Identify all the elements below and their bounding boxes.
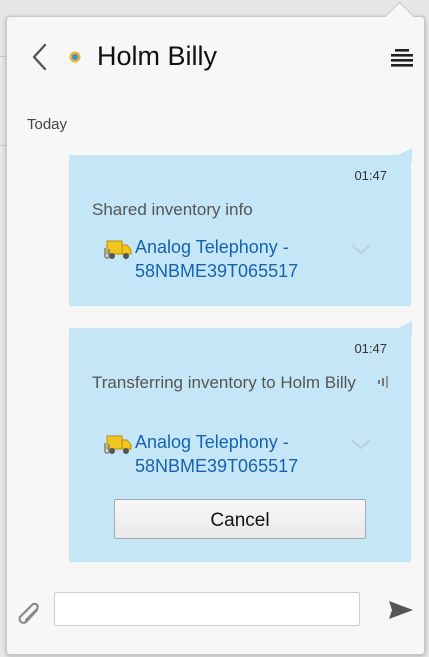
- contact-name: Holm Billy: [97, 41, 218, 71]
- bubble-tail: [398, 321, 412, 335]
- chat-header: Holm Billy: [7, 17, 424, 97]
- presence-dot-icon: [69, 51, 81, 63]
- message-input[interactable]: [54, 592, 360, 626]
- signal-icon: [378, 376, 388, 388]
- message-text: Shared inventory info: [92, 200, 253, 219]
- inventory-link-line1: Analog Telephony -: [135, 432, 289, 452]
- back-button[interactable]: [29, 43, 51, 71]
- inventory-link-line2: 58NBME39T065517: [135, 261, 299, 281]
- date-separator: Today: [27, 116, 68, 133]
- bubble-tail: [398, 148, 412, 162]
- inventory-truck-icon: [104, 240, 132, 259]
- message-bubble: 01:47 Shared inventory info Analog Telep…: [69, 148, 412, 306]
- message-text: Transferring inventory to Holm Billy: [92, 373, 356, 392]
- composer: [7, 585, 424, 654]
- cancel-button[interactable]: Cancel: [114, 499, 366, 539]
- send-button[interactable]: [388, 599, 414, 621]
- inventory-link[interactable]: Analog Telephony - 58NBME39T065517: [135, 235, 298, 283]
- inventory-link-line1: Analog Telephony -: [135, 237, 289, 257]
- chevron-left-icon: [32, 43, 47, 71]
- inventory-link-line2: 58NBME39T065517: [135, 456, 299, 476]
- chevron-down-icon: [351, 244, 371, 255]
- message-bubble: 01:47 Transferring inventory to Holm Bil…: [69, 321, 412, 562]
- inventory-truck-icon: [104, 435, 132, 454]
- paperclip-icon: [18, 602, 39, 624]
- menu-icon: [391, 49, 413, 67]
- expand-button[interactable]: [350, 242, 372, 256]
- message-time: 01:47: [354, 341, 387, 356]
- chat-panel: Holm Billy Today 01:47 Shared inventory …: [6, 16, 425, 655]
- expand-button[interactable]: [350, 437, 372, 451]
- attach-button[interactable]: [17, 601, 45, 631]
- message-time: 01:47: [354, 168, 387, 183]
- chevron-down-icon: [351, 439, 371, 450]
- send-icon: [389, 601, 413, 619]
- menu-button[interactable]: [391, 48, 413, 68]
- inventory-link[interactable]: Analog Telephony - 58NBME39T065517: [135, 430, 298, 478]
